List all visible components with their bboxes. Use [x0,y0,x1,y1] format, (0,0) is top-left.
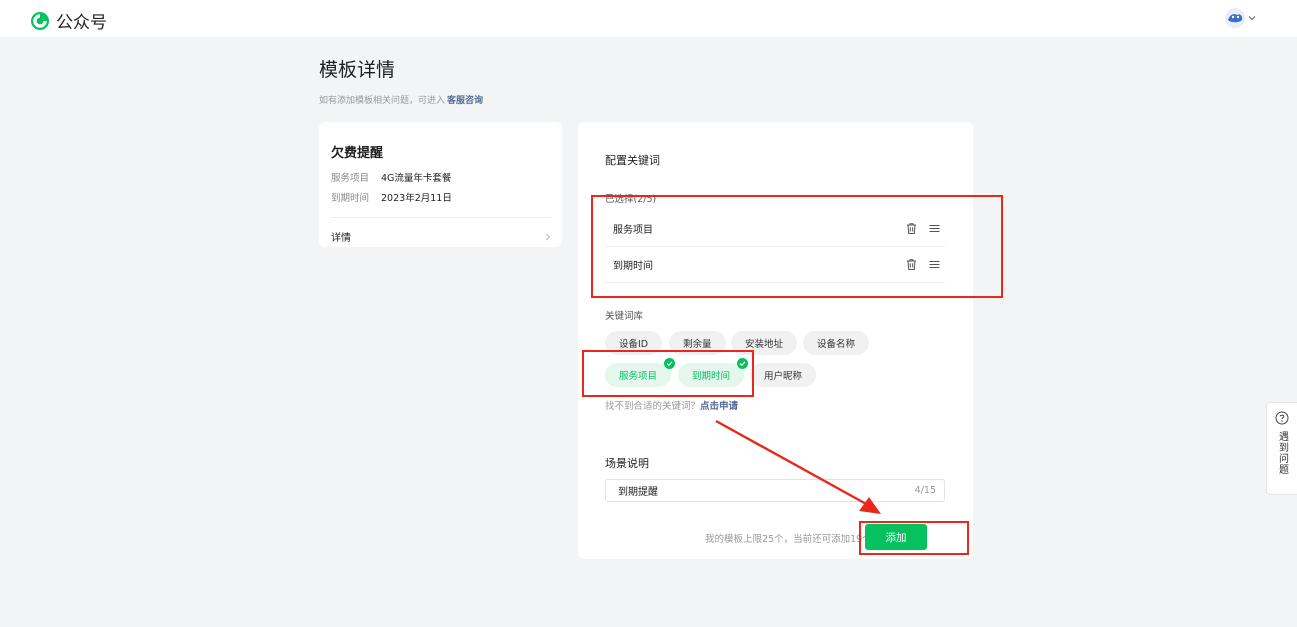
scene-label: 场景说明 [605,457,649,470]
scene-input-value: 到期提醒 [618,487,658,498]
divider [331,217,551,218]
selected-keyword-item[interactable]: 服务项目 [605,211,945,247]
preview-row-value: 2023年2月11日 [381,193,452,204]
keyword-tag-selected[interactable]: 到期时间 [678,358,749,387]
keyword-tag[interactable]: 设备名称 [803,331,870,355]
trash-icon[interactable] [905,258,918,271]
preview-row-value: 4G流量年卡套餐 [381,173,452,184]
preview-row: 到期时间 2023年2月11日 [331,190,452,204]
service-link[interactable]: 客服咨询 [447,96,483,106]
check-circle-icon [664,358,676,369]
keyword-tag-selected[interactable]: 服务项目 [605,358,676,387]
help-float-button[interactable]: 遇到问题 [1266,402,1297,495]
scene-description-input[interactable]: 到期提醒 4/15 [605,479,945,502]
avatar [1225,8,1245,28]
preview-detail-link[interactable]: 详情 [331,229,551,244]
drag-handle-icon[interactable] [928,222,941,235]
subtitle-text: 如有添加模板相关问题，可进入 [319,96,446,106]
tag-label: 剩余量 [683,339,712,350]
trash-icon[interactable] [905,222,918,235]
brand[interactable]: 公众号 [30,8,107,33]
selected-keyword-label: 到期时间 [613,261,653,272]
item-actions [905,222,941,235]
tag-label: 安装地址 [745,339,784,350]
template-limit-text: 我的模板上限25个，当前还可添加19个 [705,534,872,545]
apply-keyword-link[interactable]: 点击申请 [700,401,738,412]
detail-label: 详情 [331,233,351,244]
selected-keyword-label: 服务项目 [613,225,653,236]
keyword-tag[interactable]: 设备ID [605,331,663,355]
tag-label: 服务项目 [619,371,658,382]
config-title: 配置关键词 [605,154,660,167]
preview-row-key: 到期时间 [331,193,370,204]
chevron-down-icon [1248,16,1256,21]
keyword-help: 找不到合适的关键词？点击申请 [605,398,738,412]
page-subtitle: 如有添加模板相关问题，可进入 客服咨询 [319,93,483,106]
item-actions [905,258,941,271]
drag-handle-icon[interactable] [928,258,941,271]
chevron-right-icon [545,233,551,240]
tag-label: 设备ID [619,339,649,350]
keyword-library-label: 关键词库 [605,311,644,322]
preview-row-key: 服务项目 [331,173,370,184]
keyword-tag[interactable]: 用户昵称 [750,363,817,387]
brand-name: 公众号 [56,13,107,33]
help-text: 找不到合适的关键词？ [605,401,701,412]
char-counter: 4/15 [914,485,936,496]
tag-label: 用户昵称 [764,371,803,382]
template-preview-card: 欠费提醒 服务项目 4G流量年卡套餐 到期时间 2023年2月11日 详情 [319,122,562,247]
tag-label: 到期时间 [692,371,731,382]
top-bar: 公众号 [0,0,1297,37]
selected-keyword-list: 服务项目 到期时间 [605,211,945,283]
keyword-tag[interactable]: 剩余量 [669,331,726,355]
selected-keyword-item[interactable]: 到期时间 [605,247,945,283]
wechat-official-logo-icon [31,11,49,30]
preview-row: 服务项目 4G流量年卡套餐 [331,170,451,184]
selected-count-label: 已选择(2/5) [605,194,657,205]
preview-title: 欠费提醒 [331,146,384,161]
keyword-tag[interactable]: 安装地址 [731,331,798,355]
add-button[interactable]: 添加 [865,524,927,550]
keyword-config-card: 配置关键词 已选择(2/5) 服务项目 到期时间 关键词库 设备ID 剩余量 安… [578,122,973,559]
account-menu[interactable] [1225,8,1256,28]
help-float-label: 遇到问题 [1276,431,1288,475]
check-circle-icon [737,358,749,369]
help-circle-icon [1275,411,1289,425]
tag-label: 设备名称 [817,339,856,350]
page-title: 模板详情 [319,59,396,81]
